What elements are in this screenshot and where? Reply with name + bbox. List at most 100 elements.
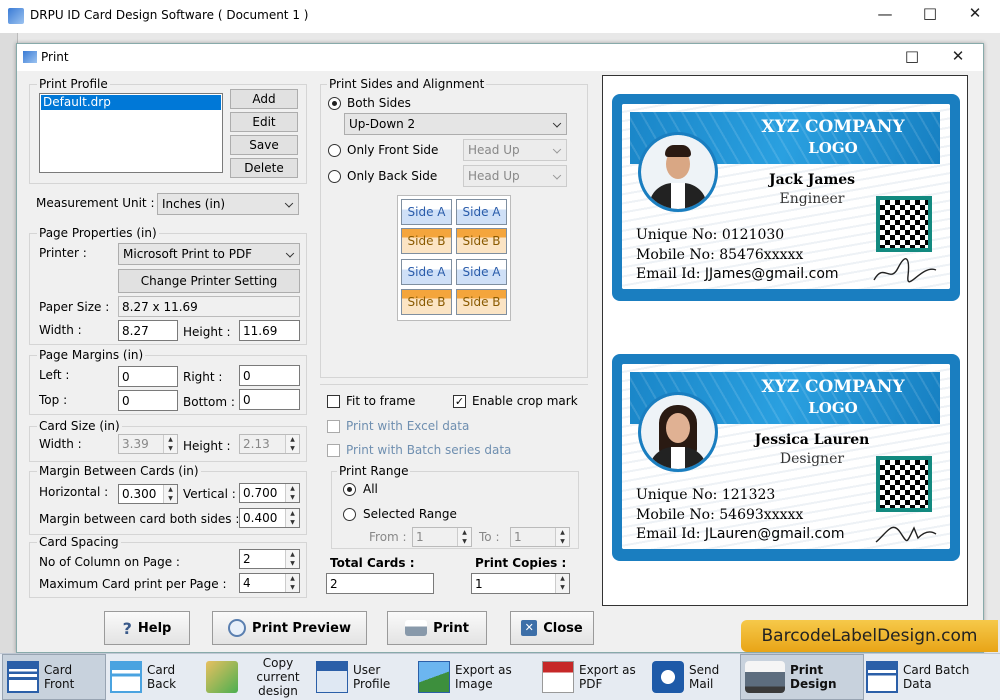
side-layout-grid: Side A Side A Side B Side B Side A Side … (397, 195, 511, 321)
export-image-button[interactable]: Export as Image (416, 654, 540, 700)
print-profile-label: Print Profile (37, 77, 110, 91)
add-profile-button[interactable]: Add (230, 89, 298, 109)
spin-icon[interactable]: ▲ ▼ (285, 550, 299, 568)
spin-icon[interactable]: ▲ ▼ (285, 574, 299, 592)
horizontal-input[interactable]: 0.300 ▲ ▼ (118, 484, 178, 504)
id-card: XYZ COMPANY LOGO Jessica Lauren Designer… (612, 354, 960, 561)
to-value: 1 (514, 530, 522, 544)
options-divider (320, 384, 588, 385)
side-cell: Side A (456, 259, 507, 285)
dialog-title-bar: Print □ ✕ (17, 44, 983, 71)
help-icon: ? (122, 618, 132, 638)
all-range-radio[interactable] (343, 483, 356, 496)
person-designation: Designer (779, 451, 845, 467)
print-copies-input[interactable]: 1 ▲ ▼ (471, 573, 570, 594)
profile-list[interactable]: Default.drp (39, 93, 223, 173)
front-side-radio[interactable] (328, 144, 341, 157)
user-profile-button[interactable]: User Profile (314, 654, 414, 700)
back-side-label[interactable]: Only Back Side (347, 169, 437, 183)
left-margin-input[interactable]: 0 (118, 366, 178, 387)
crop-mark-label[interactable]: Enable crop mark (472, 394, 578, 408)
crop-mark-checkbox[interactable]: ✓ (453, 395, 466, 408)
vertical-value: 0.700 (243, 486, 278, 500)
spin-icon[interactable]: ▲ ▼ (285, 509, 299, 527)
right-margin-input[interactable]: 0 (239, 365, 300, 386)
save-profile-button[interactable]: Save (230, 135, 298, 155)
photo-shirt (671, 183, 685, 209)
company-name: XYZ COMPANY (761, 117, 905, 137)
card-width-value: 3.39 (122, 437, 149, 451)
columns-input[interactable]: 2 ▲ ▼ (239, 549, 300, 569)
export-pdf-button[interactable]: Export as PDF (540, 654, 650, 700)
spin-icon[interactable]: ▲ ▼ (163, 485, 177, 503)
total-cards-label: Total Cards : (330, 556, 415, 570)
paper-size-label: Paper Size : (39, 300, 110, 314)
edit-profile-button[interactable]: Edit (230, 112, 298, 132)
selected-range-label[interactable]: Selected Range (363, 507, 457, 521)
bottom-margin-input[interactable]: 0 (239, 389, 300, 410)
send-mail-button[interactable]: Send Mail (650, 654, 738, 700)
close-button[interactable]: ✕ Close (510, 611, 594, 645)
measurement-unit-select[interactable]: Inches (in) (157, 193, 299, 215)
measurement-unit-value: Inches (in) (162, 197, 226, 211)
change-printer-button[interactable]: Change Printer Setting (118, 269, 300, 293)
vertical-input[interactable]: 0.700 ▲ ▼ (239, 483, 300, 503)
delete-profile-button[interactable]: Delete (230, 158, 298, 178)
close-icon[interactable]: ✕ (960, 4, 990, 22)
printer-select[interactable]: Microsoft Print to PDF (118, 243, 300, 265)
print-preview-button[interactable]: Print Preview (212, 611, 367, 645)
both-sides-margin-value: 0.400 (243, 511, 278, 525)
excel-data-checkbox[interactable] (327, 420, 340, 433)
bottom-margin-label: Bottom : (183, 395, 235, 409)
pdf-icon (542, 661, 574, 693)
back-side-radio[interactable] (328, 170, 341, 183)
profile-item[interactable]: Default.drp (41, 95, 221, 110)
side-cell: Side A (401, 199, 452, 225)
card-batch-data-label: Card Batch Data (903, 663, 970, 691)
width-label: Width : (39, 323, 82, 337)
both-sides-label[interactable]: Both Sides (347, 96, 411, 110)
dialog-close-icon[interactable]: ✕ (943, 47, 973, 65)
mobile-number: Mobile No: 54693xxxxx (636, 506, 804, 523)
total-cards-input[interactable]: 2 (326, 573, 434, 594)
columns-label: No of Column on Page : (39, 555, 180, 569)
fit-to-frame-checkbox[interactable] (327, 395, 340, 408)
both-sides-radio[interactable] (328, 97, 341, 110)
all-range-label[interactable]: All (363, 482, 378, 496)
print-dialog-icon (23, 51, 37, 63)
top-margin-input[interactable]: 0 (118, 390, 178, 411)
both-sides-mode-select[interactable]: Up-Down 2 (344, 113, 567, 135)
print-button[interactable]: Print (387, 611, 487, 645)
spin-icon[interactable]: ▲ ▼ (555, 574, 569, 593)
maximize-icon[interactable]: □ (915, 4, 945, 22)
person-photo (638, 132, 718, 212)
dialog-maximize-icon[interactable]: □ (897, 47, 927, 65)
page-width-input[interactable]: 8.27 (118, 320, 178, 341)
from-label: From : (369, 530, 407, 544)
both-sides-margin-input[interactable]: 0.400 ▲ ▼ (239, 508, 300, 528)
spin-icon: ▲ ▼ (555, 528, 569, 546)
fit-to-frame-label[interactable]: Fit to frame (346, 394, 415, 408)
help-button[interactable]: ? Help (104, 611, 190, 645)
page-height-input[interactable]: 11.69 (239, 320, 300, 341)
selected-range-radio[interactable] (343, 508, 356, 521)
card-batch-data-button[interactable]: Card Batch Data (864, 654, 998, 700)
print-design-button[interactable]: Print Design (740, 654, 864, 700)
back-mode-select: Head Up (463, 165, 567, 187)
max-cards-input[interactable]: 4 ▲ ▼ (239, 573, 300, 593)
side-cell: Side B (401, 289, 452, 315)
email-value: JLauren@gmail.com (704, 526, 845, 542)
both-sides-mode-value: Up-Down 2 (349, 117, 416, 131)
excel-data-label[interactable]: Print with Excel data (346, 419, 469, 433)
batch-data-label[interactable]: Print with Batch series data (346, 443, 511, 457)
minimize-icon[interactable]: — (870, 5, 900, 23)
chevron-down-icon (552, 119, 562, 128)
page-properties-label: Page Properties (in) (37, 226, 159, 240)
card-back-button[interactable]: Card Back (108, 654, 204, 700)
front-side-label[interactable]: Only Front Side (347, 143, 438, 157)
user-profile-label: User Profile (353, 663, 391, 691)
card-front-button[interactable]: Card Front (2, 654, 106, 700)
batch-data-checkbox[interactable] (327, 444, 340, 457)
spin-icon[interactable]: ▲ ▼ (285, 484, 299, 502)
copy-design-button[interactable]: Copy current design (204, 654, 314, 700)
